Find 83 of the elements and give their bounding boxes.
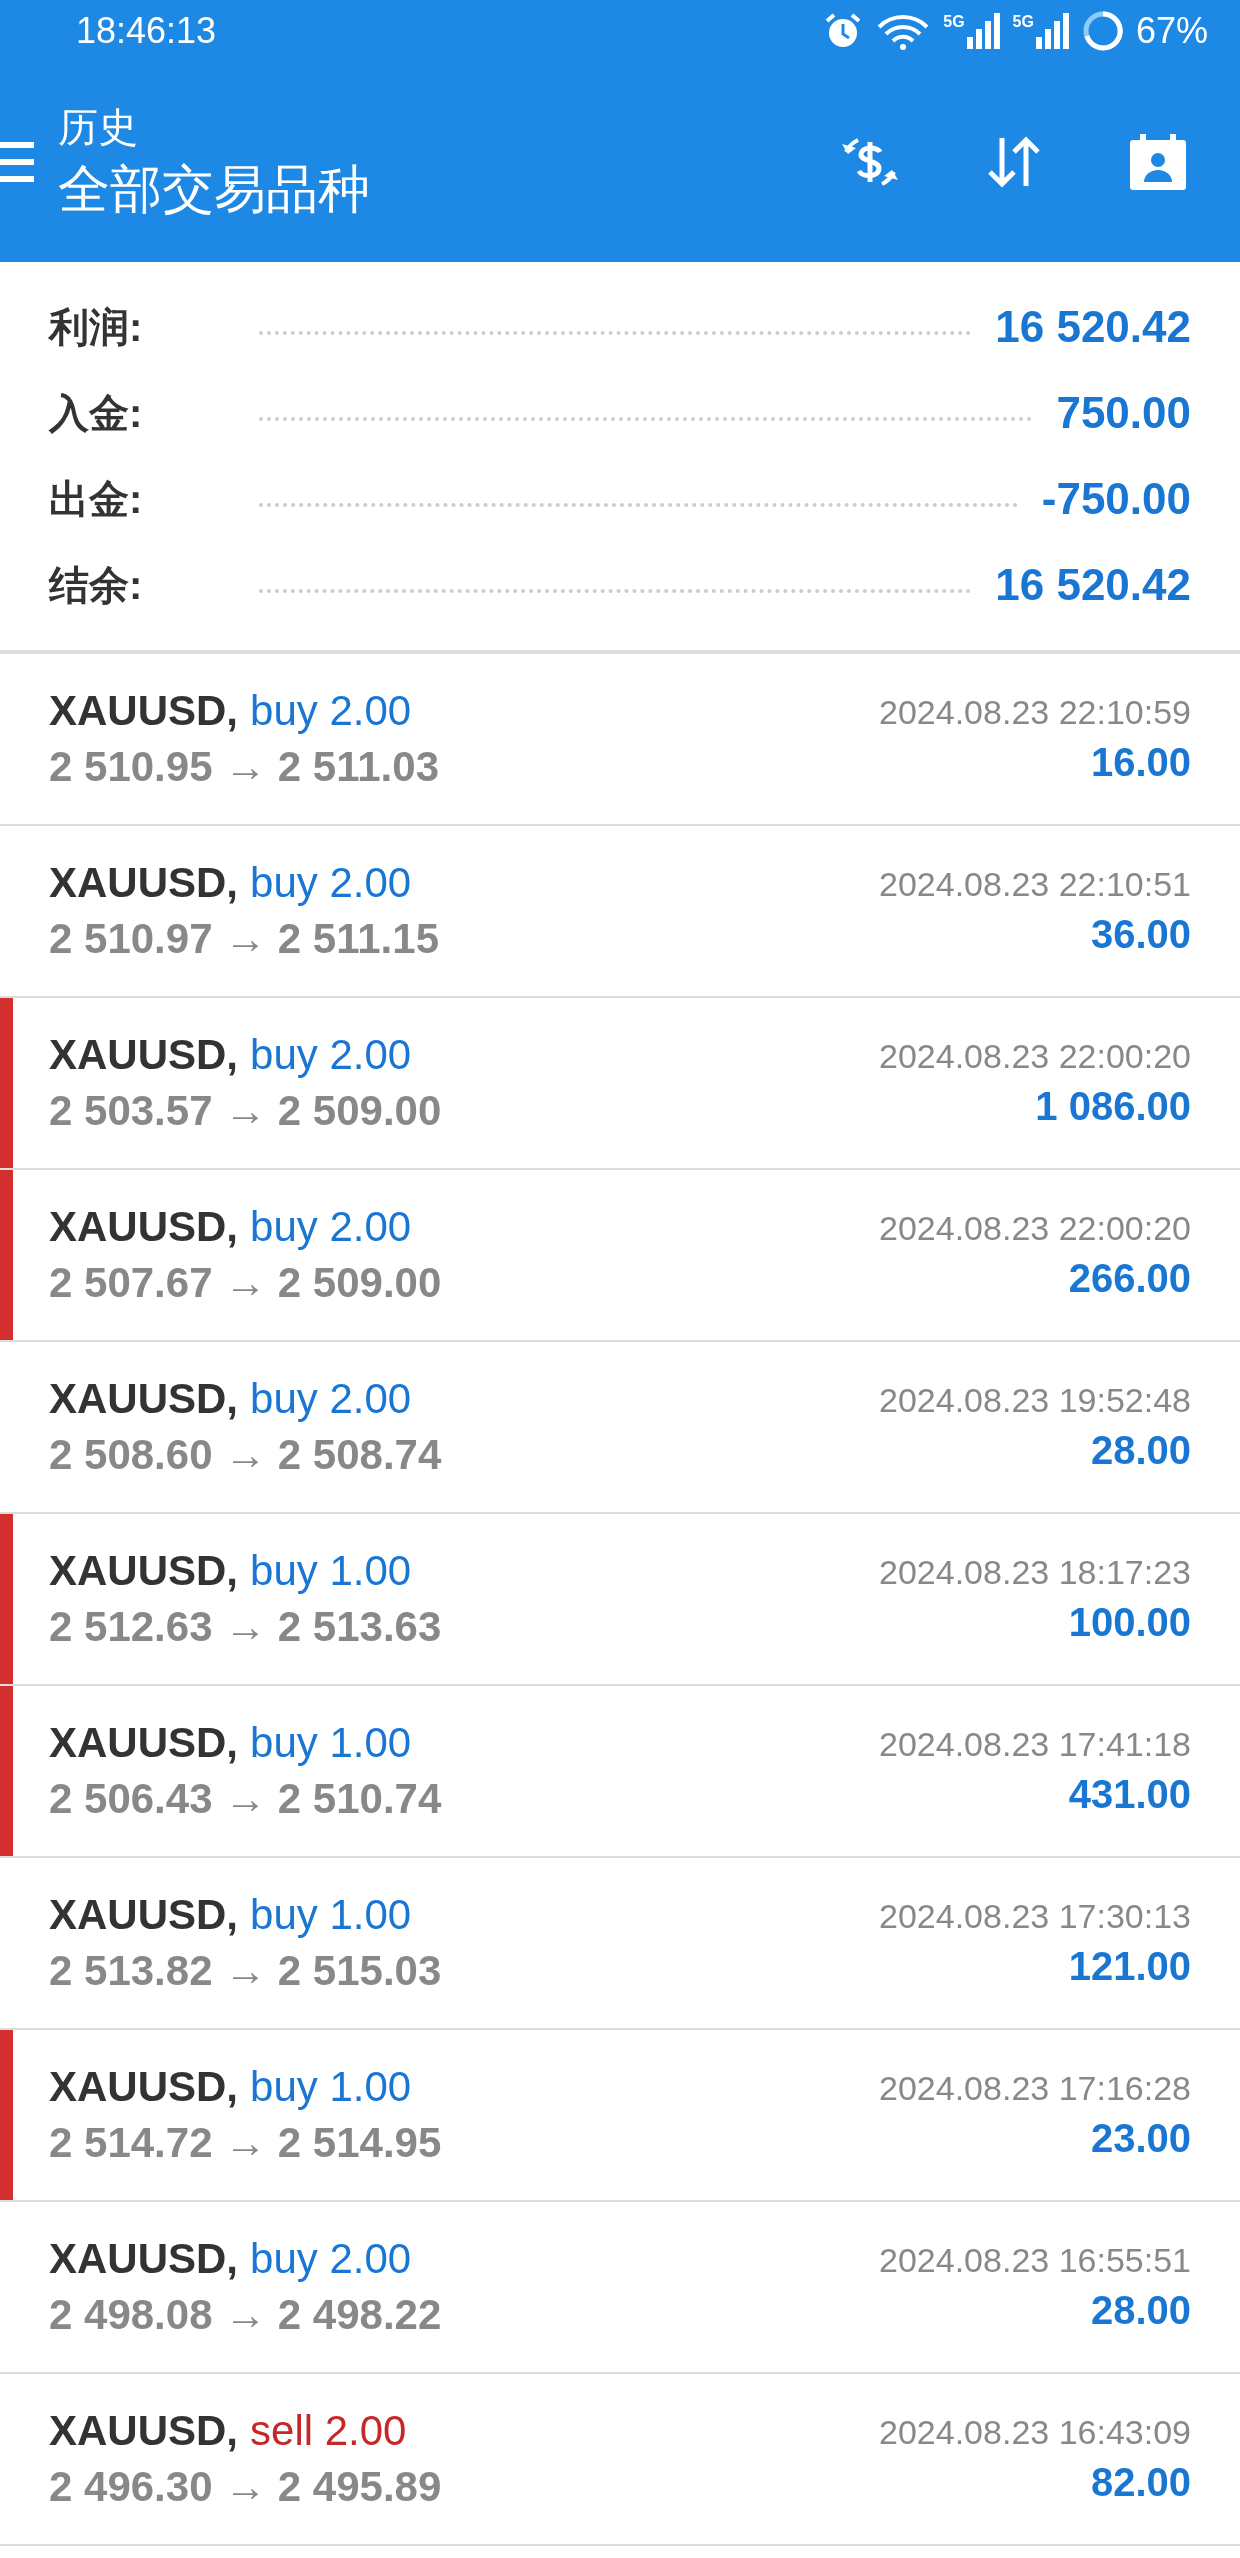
trade-profit: 16.00 [1090, 740, 1191, 785]
trade-profit: 1 086.00 [1035, 1084, 1191, 1129]
trade-row[interactable]: XAUUSD, buy 1.00 2 514.72 → 2 514.95 2024.08.23 17:16:28 23.00 [0, 2030, 1240, 2202]
trade-symbol: XAUUSD, [49, 1375, 239, 1423]
trade-symbol: XAUUSD, [49, 1203, 239, 1251]
summary-label: 出金: [49, 475, 144, 523]
trade-time: 2024.08.23 19:52:48 [879, 1381, 1191, 1420]
summary-label: 利润: [49, 303, 144, 351]
price-range: 2 512.63 → 2 513.63 [49, 1603, 442, 1651]
network-label: 5G [1012, 13, 1034, 31]
trade-row[interactable]: XAUUSD, buy 1.00 2 513.82 → 2 515.03 2024.08.23 17:30:13 121.00 [0, 1858, 1240, 2030]
summary-value: 16 520.42 [995, 560, 1191, 610]
trade-row[interactable]: XAUUSD, buy 2.00 2 507.67 → 2 509.00 2024.08.23 22:00:20 266.00 [0, 1170, 1240, 1342]
trade-time: 2024.08.23 16:55:51 [879, 2241, 1191, 2280]
price-range: 2 498.08 → 2 498.22 [49, 2291, 442, 2339]
summary-label: 结余: [49, 561, 144, 609]
trade-symbol: XAUUSD, [49, 2063, 239, 2111]
trade-row[interactable]: XAUUSD, buy 2.00 2 503.57 → 2 509.00 2024.08.23 22:00:20 1 086.00 [0, 998, 1240, 1170]
trade-time: 2024.08.23 17:41:18 [879, 1725, 1191, 1764]
order-type: buy 1.00 [250, 1891, 412, 1939]
trade-symbol: XAUUSD, [49, 2235, 239, 2283]
order-type: buy 1.00 [250, 2063, 412, 2111]
trade-symbol: XAUUSD, [49, 687, 239, 735]
trade-row[interactable]: XAUUSD, buy 2.00 2 498.08 → 2 498.22 2024.08.23 16:55:51 28.00 [0, 2202, 1240, 2374]
trade-profit: 100.00 [1068, 1600, 1191, 1645]
trade-symbol: XAUUSD, [49, 1547, 239, 1595]
summary-value: 750.00 [1056, 388, 1191, 438]
order-type: buy 2.00 [250, 1031, 412, 1079]
trade-row[interactable]: XAUUSD, sell 2.00 2 496.30 → 2 495.89 2024.08.23 16:43:09 82.00 [0, 2374, 1240, 2546]
trade-time: 2024.08.23 22:10:59 [879, 693, 1191, 732]
trade-row[interactable]: XAUUSD, buy 2.00 2 508.60 → 2 508.74 2024.08.23 19:52:48 28.00 [0, 1342, 1240, 1514]
trade-profit: 431.00 [1068, 1772, 1191, 1817]
order-type: buy 1.00 [250, 1719, 412, 1767]
trade-profit: 36.00 [1090, 912, 1191, 957]
price-range: 2 513.82 → 2 515.03 [49, 1947, 442, 1995]
price-range: 2 503.57 → 2 509.00 [49, 1087, 442, 1135]
symbol-filter[interactable]: 全部交易品种 [58, 154, 838, 225]
summary-label: 入金: [49, 389, 144, 437]
trade-symbol: XAUUSD, [49, 2407, 239, 2455]
trade-row[interactable]: XAUUSD, buy 2.00 2 510.95 → 2 511.03 2024.08.23 22:10:59 16.00 [0, 654, 1240, 826]
signal-icon [966, 13, 1001, 49]
trade-profit: 266.00 [1068, 1256, 1191, 1301]
order-type: buy 2.00 [250, 859, 412, 907]
trade-symbol: XAUUSD, [49, 1031, 239, 1079]
trade-time: 2024.08.23 17:30:13 [879, 1897, 1191, 1936]
price-range: 2 506.43 → 2 510.74 [49, 1775, 442, 1823]
trade-row[interactable]: XAUUSD, buy 1.00 2 512.63 → 2 513.63 2024.08.23 18:17:23 100.00 [0, 1514, 1240, 1686]
order-type: buy 2.00 [250, 687, 412, 735]
trade-row[interactable]: XAUUSD, buy 1.00 2 506.43 → 2 510.74 2024.08.23 17:41:18 431.00 [0, 1686, 1240, 1858]
trade-profit: 82.00 [1090, 2460, 1191, 2505]
trade-profit: 23.00 [1090, 2116, 1191, 2161]
trade-profit: 121.00 [1068, 1944, 1191, 1989]
trade-time: 2024.08.23 22:00:20 [879, 1209, 1191, 1248]
order-type: buy 2.00 [250, 1375, 412, 1423]
price-range: 2 507.67 → 2 509.00 [49, 1259, 442, 1307]
price-range: 2 510.97 → 2 511.15 [49, 915, 439, 963]
trade-symbol: XAUUSD, [49, 1891, 239, 1939]
price-range: 2 510.95 → 2 511.03 [49, 743, 439, 791]
trade-row[interactable]: XAUUSD, buy 2.00 2 510.97 → 2 511.15 2024.08.23 22:10:51 36.00 [0, 826, 1240, 998]
trade-time: 2024.08.23 22:00:20 [879, 1037, 1191, 1076]
price-range: 2 514.72 → 2 514.95 [49, 2119, 442, 2167]
order-type: sell 2.00 [250, 2407, 407, 2455]
trade-symbol: XAUUSD, [49, 859, 239, 907]
trade-time: 2024.08.23 16:43:09 [879, 2413, 1191, 2452]
trade-profit: 28.00 [1090, 1428, 1191, 1473]
order-type: buy 2.00 [250, 2235, 412, 2283]
price-range: 2 508.60 → 2 508.74 [49, 1431, 442, 1479]
summary-value: 16 520.42 [995, 302, 1191, 352]
trade-time: 2024.08.23 17:16:28 [879, 2069, 1191, 2108]
summary-value: -750.00 [1041, 474, 1191, 524]
signal-icon [1035, 13, 1070, 49]
trade-time: 2024.08.23 18:17:23 [879, 1553, 1191, 1592]
price-range: 2 496.30 → 2 495.89 [49, 2463, 442, 2511]
order-type: buy 1.00 [250, 1547, 412, 1595]
battery-icon [1081, 10, 1124, 52]
order-type: buy 2.00 [250, 1203, 412, 1251]
battery-level: 67% [1135, 10, 1208, 52]
trade-symbol: XAUUSD, [49, 1719, 239, 1767]
clock-time: 18:46:13 [76, 10, 217, 52]
network-label: 5G [943, 13, 965, 31]
trade-time: 2024.08.23 22:10:51 [879, 865, 1191, 904]
screen-title: 历史 [58, 103, 139, 151]
trade-profit: 28.00 [1090, 2288, 1191, 2333]
